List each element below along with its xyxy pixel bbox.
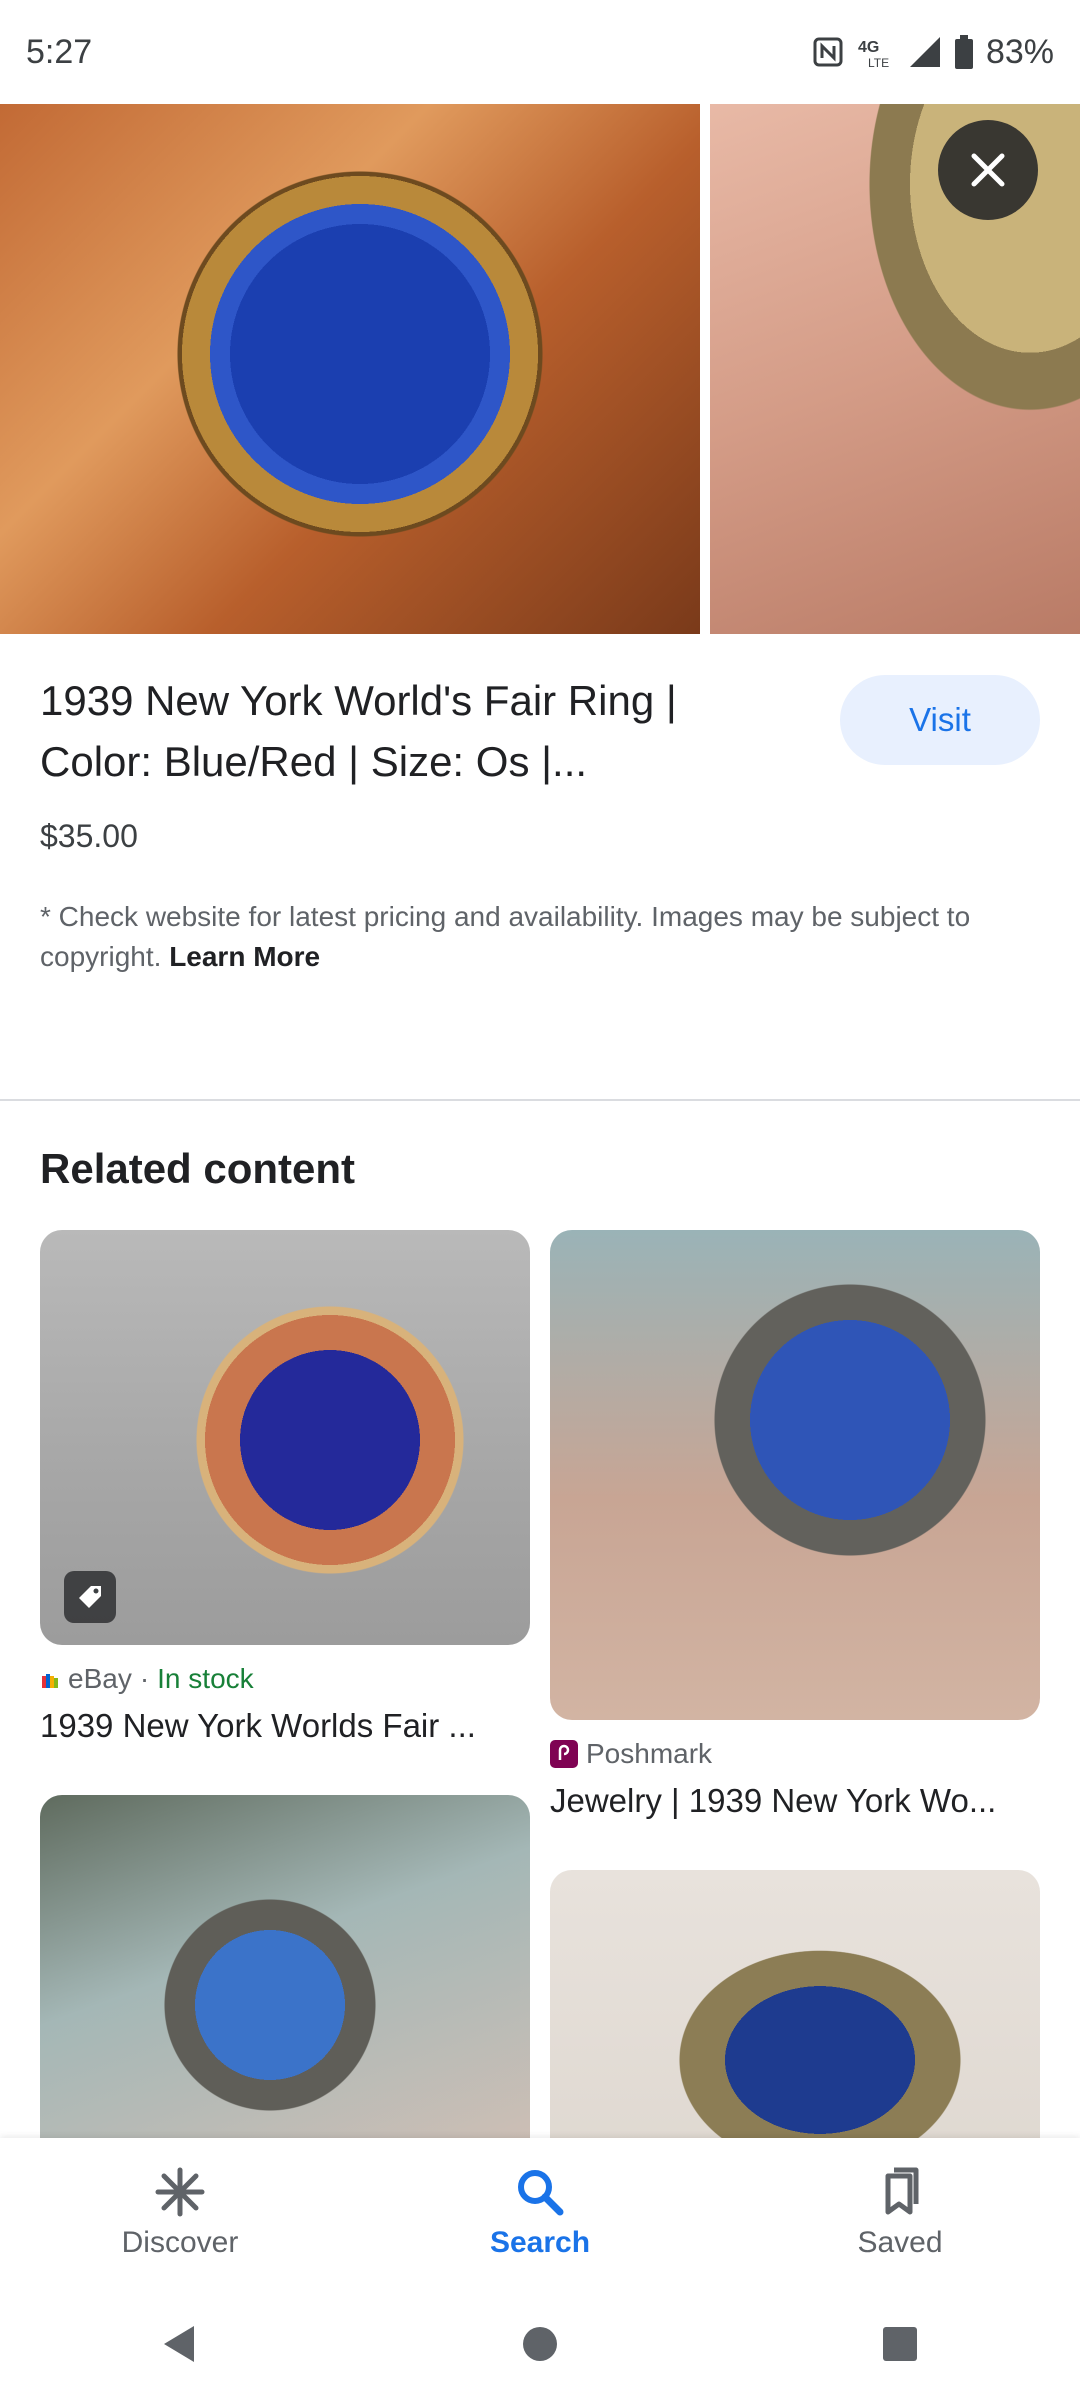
source-name: eBay [68, 1663, 132, 1694]
source-line: eBay · In stock [40, 1663, 530, 1695]
nav-saved-label: Saved [857, 2226, 943, 2259]
separator-dot: · [139, 1663, 150, 1694]
system-navigation-bar [0, 2288, 1080, 2400]
nav-saved[interactable]: Saved [750, 2166, 1050, 2260]
related-item-image[interactable] [550, 1230, 1040, 1720]
recents-icon [883, 2327, 917, 2361]
bookmarks-icon [885, 2167, 919, 2215]
svg-text:LTE: LTE [868, 56, 889, 69]
nav-discover[interactable]: Discover [30, 2166, 330, 2260]
disclaimer: * Check website for latest pricing and a… [40, 897, 1040, 977]
related-item-title[interactable]: 1939 New York Worlds Fair ... [40, 1707, 530, 1745]
battery-percent: 83% [985, 32, 1054, 71]
product-image-main[interactable] [0, 104, 700, 634]
source-line: Poshmark [550, 1738, 1040, 1770]
related-item-image[interactable] [40, 1795, 530, 2195]
ebay-favicon [40, 1669, 60, 1689]
home-icon [523, 2327, 557, 2361]
bottom-navigation: Discover Search Saved [0, 2138, 1080, 2288]
tag-icon [79, 1586, 101, 1608]
nav-search[interactable]: Search [390, 2166, 690, 2260]
related-content-heading: Related content [40, 1145, 356, 1192]
related-item[interactable]: Poshmark Jewelry | 1939 New York Wo... [550, 1230, 1040, 1820]
product-title[interactable]: 1939 New York World's Fair Ring | Color:… [40, 670, 800, 792]
nfc-icon [812, 36, 844, 68]
stock-status: In stock [157, 1663, 254, 1694]
related-item-image[interactable] [40, 1230, 530, 1645]
related-item[interactable] [40, 1795, 530, 2195]
learn-more-link[interactable]: Learn More [169, 941, 320, 972]
related-item-title[interactable]: Jewelry | 1939 New York Wo... [550, 1782, 1040, 1820]
battery-icon [954, 35, 974, 69]
lte-icon: 4G LTE [856, 35, 896, 69]
svg-text:4G: 4G [858, 39, 879, 56]
search-icon [518, 2170, 564, 2216]
product-price: $35.00 [40, 818, 138, 854]
back-button[interactable] [120, 2304, 240, 2384]
status-icons: 4G LTE 83% [812, 33, 1054, 72]
divider [0, 1099, 1080, 1101]
home-button[interactable] [480, 2304, 600, 2384]
asterisk-icon [155, 2167, 205, 2217]
related-item[interactable]: eBay · In stock 1939 New York Worlds Fai… [40, 1230, 530, 1745]
nav-discover-label: Discover [121, 2226, 239, 2259]
signal-icon [908, 35, 942, 69]
price-tag-badge [64, 1571, 116, 1623]
source-name: Poshmark [586, 1738, 713, 1769]
close-button[interactable] [938, 120, 1038, 220]
poshmark-favicon [550, 1740, 578, 1768]
back-icon [164, 2326, 194, 2362]
status-bar: 5:27 4G LTE 83% [0, 0, 1080, 104]
nav-search-label: Search [489, 2226, 591, 2259]
visit-button[interactable]: Visit [840, 675, 1040, 765]
image-carousel[interactable] [0, 104, 1080, 634]
status-time: 5:27 [26, 32, 93, 71]
close-icon [971, 153, 1005, 187]
recents-button[interactable] [840, 2304, 960, 2384]
